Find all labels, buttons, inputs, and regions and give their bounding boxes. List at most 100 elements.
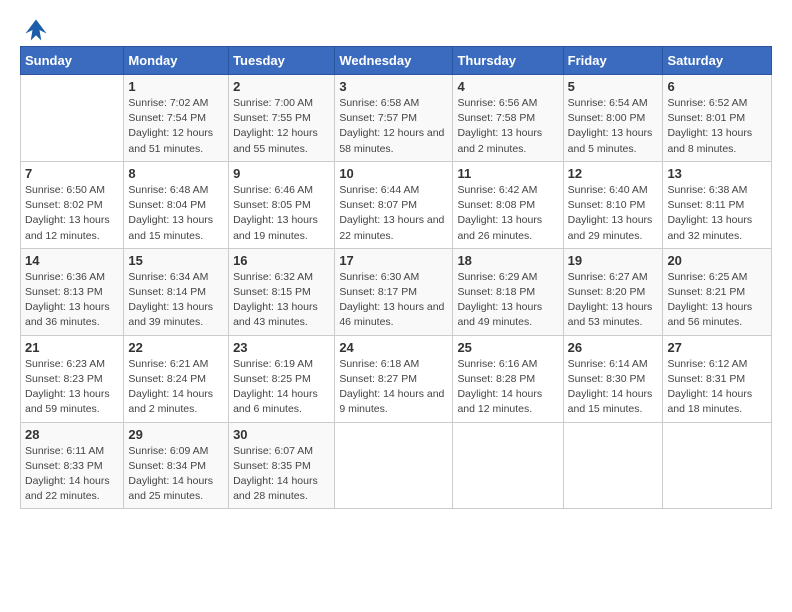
day-info: Sunrise: 6:36 AMSunset: 8:13 PMDaylight:… (25, 270, 119, 331)
day-cell: 15 Sunrise: 6:34 AMSunset: 8:14 PMDaylig… (124, 248, 229, 335)
day-cell: 26 Sunrise: 6:14 AMSunset: 8:30 PMDaylig… (563, 335, 663, 422)
day-header-saturday: Saturday (663, 47, 772, 75)
day-info: Sunrise: 6:25 AMSunset: 8:21 PMDaylight:… (667, 270, 767, 331)
day-header-friday: Friday (563, 47, 663, 75)
day-number: 21 (25, 340, 119, 355)
day-cell: 22 Sunrise: 6:21 AMSunset: 8:24 PMDaylig… (124, 335, 229, 422)
day-cell (563, 422, 663, 509)
day-info: Sunrise: 6:14 AMSunset: 8:30 PMDaylight:… (568, 357, 659, 418)
day-number: 12 (568, 166, 659, 181)
day-number: 16 (233, 253, 330, 268)
day-number: 23 (233, 340, 330, 355)
day-cell: 10 Sunrise: 6:44 AMSunset: 8:07 PMDaylig… (335, 161, 453, 248)
day-info: Sunrise: 6:07 AMSunset: 8:35 PMDaylight:… (233, 444, 330, 505)
day-info: Sunrise: 6:21 AMSunset: 8:24 PMDaylight:… (128, 357, 224, 418)
day-number: 13 (667, 166, 767, 181)
day-cell: 13 Sunrise: 6:38 AMSunset: 8:11 PMDaylig… (663, 161, 772, 248)
day-cell: 19 Sunrise: 6:27 AMSunset: 8:20 PMDaylig… (563, 248, 663, 335)
day-cell: 28 Sunrise: 6:11 AMSunset: 8:33 PMDaylig… (21, 422, 124, 509)
day-cell: 27 Sunrise: 6:12 AMSunset: 8:31 PMDaylig… (663, 335, 772, 422)
day-cell: 18 Sunrise: 6:29 AMSunset: 8:18 PMDaylig… (453, 248, 563, 335)
day-header-wednesday: Wednesday (335, 47, 453, 75)
day-cell: 5 Sunrise: 6:54 AMSunset: 8:00 PMDayligh… (563, 75, 663, 162)
day-cell: 1 Sunrise: 7:02 AMSunset: 7:54 PMDayligh… (124, 75, 229, 162)
day-number: 20 (667, 253, 767, 268)
day-info: Sunrise: 6:34 AMSunset: 8:14 PMDaylight:… (128, 270, 224, 331)
day-info: Sunrise: 6:11 AMSunset: 8:33 PMDaylight:… (25, 444, 119, 505)
day-cell: 3 Sunrise: 6:58 AMSunset: 7:57 PMDayligh… (335, 75, 453, 162)
day-cell: 6 Sunrise: 6:52 AMSunset: 8:01 PMDayligh… (663, 75, 772, 162)
day-number: 22 (128, 340, 224, 355)
day-info: Sunrise: 6:29 AMSunset: 8:18 PMDaylight:… (457, 270, 558, 331)
day-info: Sunrise: 6:54 AMSunset: 8:00 PMDaylight:… (568, 96, 659, 157)
week-row-4: 21 Sunrise: 6:23 AMSunset: 8:23 PMDaylig… (21, 335, 772, 422)
day-info: Sunrise: 6:19 AMSunset: 8:25 PMDaylight:… (233, 357, 330, 418)
day-cell: 24 Sunrise: 6:18 AMSunset: 8:27 PMDaylig… (335, 335, 453, 422)
week-row-1: 1 Sunrise: 7:02 AMSunset: 7:54 PMDayligh… (21, 75, 772, 162)
day-info: Sunrise: 6:30 AMSunset: 8:17 PMDaylight:… (339, 270, 448, 331)
day-cell: 16 Sunrise: 6:32 AMSunset: 8:15 PMDaylig… (229, 248, 335, 335)
day-cell: 4 Sunrise: 6:56 AMSunset: 7:58 PMDayligh… (453, 75, 563, 162)
day-number: 10 (339, 166, 448, 181)
day-cell: 2 Sunrise: 7:00 AMSunset: 7:55 PMDayligh… (229, 75, 335, 162)
day-info: Sunrise: 6:56 AMSunset: 7:58 PMDaylight:… (457, 96, 558, 157)
day-number: 24 (339, 340, 448, 355)
day-cell: 9 Sunrise: 6:46 AMSunset: 8:05 PMDayligh… (229, 161, 335, 248)
day-number: 28 (25, 427, 119, 442)
day-header-monday: Monday (124, 47, 229, 75)
day-cell: 29 Sunrise: 6:09 AMSunset: 8:34 PMDaylig… (124, 422, 229, 509)
day-cell: 8 Sunrise: 6:48 AMSunset: 8:04 PMDayligh… (124, 161, 229, 248)
day-cell (663, 422, 772, 509)
day-number: 8 (128, 166, 224, 181)
day-cell: 20 Sunrise: 6:25 AMSunset: 8:21 PMDaylig… (663, 248, 772, 335)
day-number: 3 (339, 79, 448, 94)
day-cell (335, 422, 453, 509)
day-number: 26 (568, 340, 659, 355)
day-header-tuesday: Tuesday (229, 47, 335, 75)
day-cell: 14 Sunrise: 6:36 AMSunset: 8:13 PMDaylig… (21, 248, 124, 335)
day-cell: 25 Sunrise: 6:16 AMSunset: 8:28 PMDaylig… (453, 335, 563, 422)
day-info: Sunrise: 6:16 AMSunset: 8:28 PMDaylight:… (457, 357, 558, 418)
day-info: Sunrise: 6:09 AMSunset: 8:34 PMDaylight:… (128, 444, 224, 505)
day-cell: 21 Sunrise: 6:23 AMSunset: 8:23 PMDaylig… (21, 335, 124, 422)
calendar-body: 1 Sunrise: 7:02 AMSunset: 7:54 PMDayligh… (21, 75, 772, 509)
day-info: Sunrise: 6:32 AMSunset: 8:15 PMDaylight:… (233, 270, 330, 331)
day-info: Sunrise: 6:46 AMSunset: 8:05 PMDaylight:… (233, 183, 330, 244)
week-row-2: 7 Sunrise: 6:50 AMSunset: 8:02 PMDayligh… (21, 161, 772, 248)
day-info: Sunrise: 6:40 AMSunset: 8:10 PMDaylight:… (568, 183, 659, 244)
day-info: Sunrise: 6:38 AMSunset: 8:11 PMDaylight:… (667, 183, 767, 244)
day-number: 15 (128, 253, 224, 268)
day-cell: 30 Sunrise: 6:07 AMSunset: 8:35 PMDaylig… (229, 422, 335, 509)
day-number: 17 (339, 253, 448, 268)
day-info: Sunrise: 6:18 AMSunset: 8:27 PMDaylight:… (339, 357, 448, 418)
day-cell: 7 Sunrise: 6:50 AMSunset: 8:02 PMDayligh… (21, 161, 124, 248)
day-number: 30 (233, 427, 330, 442)
day-info: Sunrise: 6:50 AMSunset: 8:02 PMDaylight:… (25, 183, 119, 244)
day-number: 2 (233, 79, 330, 94)
day-number: 6 (667, 79, 767, 94)
day-number: 1 (128, 79, 224, 94)
day-header-sunday: Sunday (21, 47, 124, 75)
day-cell (21, 75, 124, 162)
day-number: 14 (25, 253, 119, 268)
week-row-3: 14 Sunrise: 6:36 AMSunset: 8:13 PMDaylig… (21, 248, 772, 335)
day-number: 7 (25, 166, 119, 181)
day-cell: 11 Sunrise: 6:42 AMSunset: 8:08 PMDaylig… (453, 161, 563, 248)
day-info: Sunrise: 7:02 AMSunset: 7:54 PMDaylight:… (128, 96, 224, 157)
day-info: Sunrise: 6:58 AMSunset: 7:57 PMDaylight:… (339, 96, 448, 157)
day-number: 18 (457, 253, 558, 268)
day-info: Sunrise: 6:23 AMSunset: 8:23 PMDaylight:… (25, 357, 119, 418)
day-info: Sunrise: 6:52 AMSunset: 8:01 PMDaylight:… (667, 96, 767, 157)
day-info: Sunrise: 6:42 AMSunset: 8:08 PMDaylight:… (457, 183, 558, 244)
day-number: 29 (128, 427, 224, 442)
day-info: Sunrise: 6:12 AMSunset: 8:31 PMDaylight:… (667, 357, 767, 418)
day-number: 25 (457, 340, 558, 355)
page-header (20, 16, 772, 40)
week-row-5: 28 Sunrise: 6:11 AMSunset: 8:33 PMDaylig… (21, 422, 772, 509)
logo-icon (22, 16, 50, 44)
day-number: 11 (457, 166, 558, 181)
day-info: Sunrise: 6:48 AMSunset: 8:04 PMDaylight:… (128, 183, 224, 244)
day-number: 19 (568, 253, 659, 268)
day-cell: 23 Sunrise: 6:19 AMSunset: 8:25 PMDaylig… (229, 335, 335, 422)
day-info: Sunrise: 7:00 AMSunset: 7:55 PMDaylight:… (233, 96, 330, 157)
